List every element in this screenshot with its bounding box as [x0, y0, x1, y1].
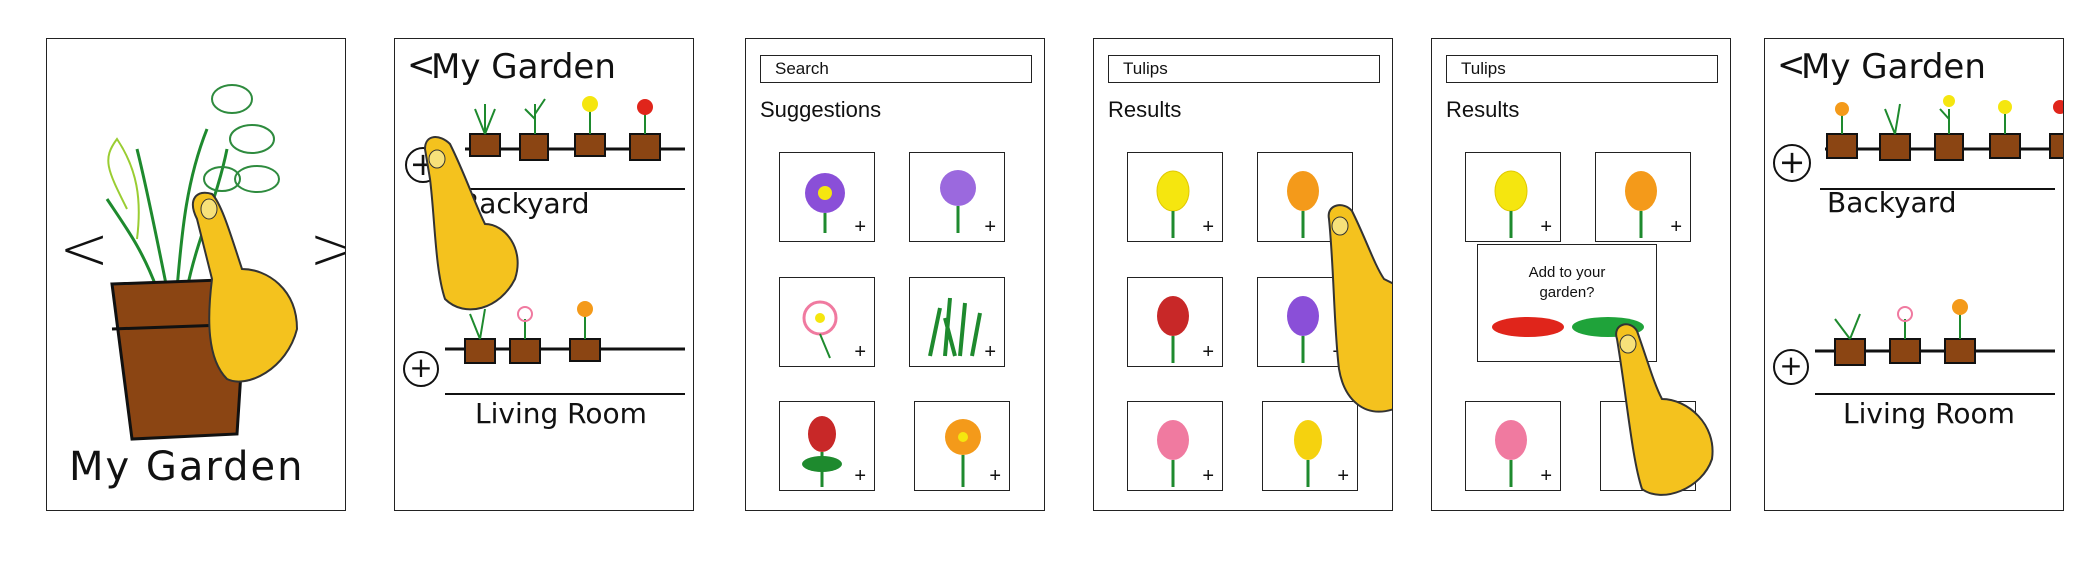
suggestion-tile[interactable]: +: [779, 277, 875, 367]
add-icon[interactable]: +: [1670, 216, 1682, 239]
add-icon[interactable]: +: [1540, 216, 1552, 239]
section-title: Suggestions: [760, 97, 882, 122]
add-icon[interactable]: +: [1332, 216, 1344, 239]
living-room-shelf: [1815, 299, 2055, 395]
add-room-button-2[interactable]: +: [403, 351, 439, 387]
add-icon[interactable]: +: [854, 216, 866, 239]
add-icon[interactable]: +: [854, 341, 866, 364]
screen-splash: < > My Garden: [46, 38, 346, 511]
result-tile[interactable]: +: [1127, 401, 1223, 491]
screen-search: Search Suggestions + + + + + +: [745, 38, 1045, 511]
add-icon[interactable]: +: [1337, 465, 1349, 488]
living-room-shelf: [445, 301, 685, 395]
search-input[interactable]: Tulips: [1446, 55, 1718, 83]
add-icon[interactable]: +: [1540, 465, 1552, 488]
suggestion-tile[interactable]: +: [909, 277, 1005, 367]
app-title: My Garden: [69, 444, 305, 490]
result-tile[interactable]: [1600, 401, 1696, 491]
add-icon[interactable]: +: [1202, 465, 1214, 488]
cancel-button[interactable]: [1492, 317, 1564, 337]
add-icon[interactable]: +: [1202, 216, 1214, 239]
result-tile[interactable]: +: [1127, 152, 1223, 242]
add-icon[interactable]: +: [984, 216, 996, 239]
add-icon[interactable]: +: [989, 465, 1001, 488]
result-tile[interactable]: +: [1465, 152, 1561, 242]
screen-my-garden-updated: < My Garden + Backyard + Living Room: [1764, 38, 2064, 511]
result-tile[interactable]: +: [1465, 401, 1561, 491]
add-room-button-2[interactable]: +: [1773, 349, 1809, 385]
screen-results: Tulips Results + + + + + +: [1093, 38, 1393, 511]
next-arrow-icon[interactable]: >: [309, 214, 345, 284]
add-icon[interactable]: +: [1202, 341, 1214, 364]
search-input[interactable]: Tulips: [1108, 55, 1380, 83]
add-to-garden-dialog: Add to your garden?: [1477, 244, 1657, 362]
room-label-living-room[interactable]: Living Room: [1843, 397, 2015, 430]
result-tile[interactable]: +: [1595, 152, 1691, 242]
search-input[interactable]: Search: [760, 55, 1032, 83]
suggestion-tile[interactable]: +: [909, 152, 1005, 242]
suggestion-tile[interactable]: +: [914, 401, 1010, 491]
confirm-button[interactable]: [1572, 317, 1644, 337]
screen-my-garden: < My Garden + Backyard + Living Room: [394, 38, 694, 511]
suggestion-tile[interactable]: +: [779, 152, 875, 242]
suggestion-tile[interactable]: +: [779, 401, 875, 491]
add-icon[interactable]: +: [984, 341, 996, 364]
dialog-buttons: [1492, 317, 1644, 337]
result-tile[interactable]: +: [1262, 401, 1358, 491]
section-title: Results: [1446, 97, 1520, 122]
prev-arrow-icon[interactable]: <: [59, 214, 109, 284]
add-icon[interactable]: +: [1332, 341, 1344, 364]
result-tile[interactable]: +: [1257, 277, 1353, 367]
result-tile[interactable]: +: [1127, 277, 1223, 367]
section-title: Results: [1108, 97, 1182, 122]
screen-add-confirm: Tulips Results + + + Add to your garden?: [1431, 38, 1731, 511]
add-icon[interactable]: +: [854, 465, 866, 488]
pot-shape: [110, 277, 249, 441]
room-label-living-room[interactable]: Living Room: [475, 397, 647, 430]
result-tile[interactable]: +: [1257, 152, 1353, 242]
